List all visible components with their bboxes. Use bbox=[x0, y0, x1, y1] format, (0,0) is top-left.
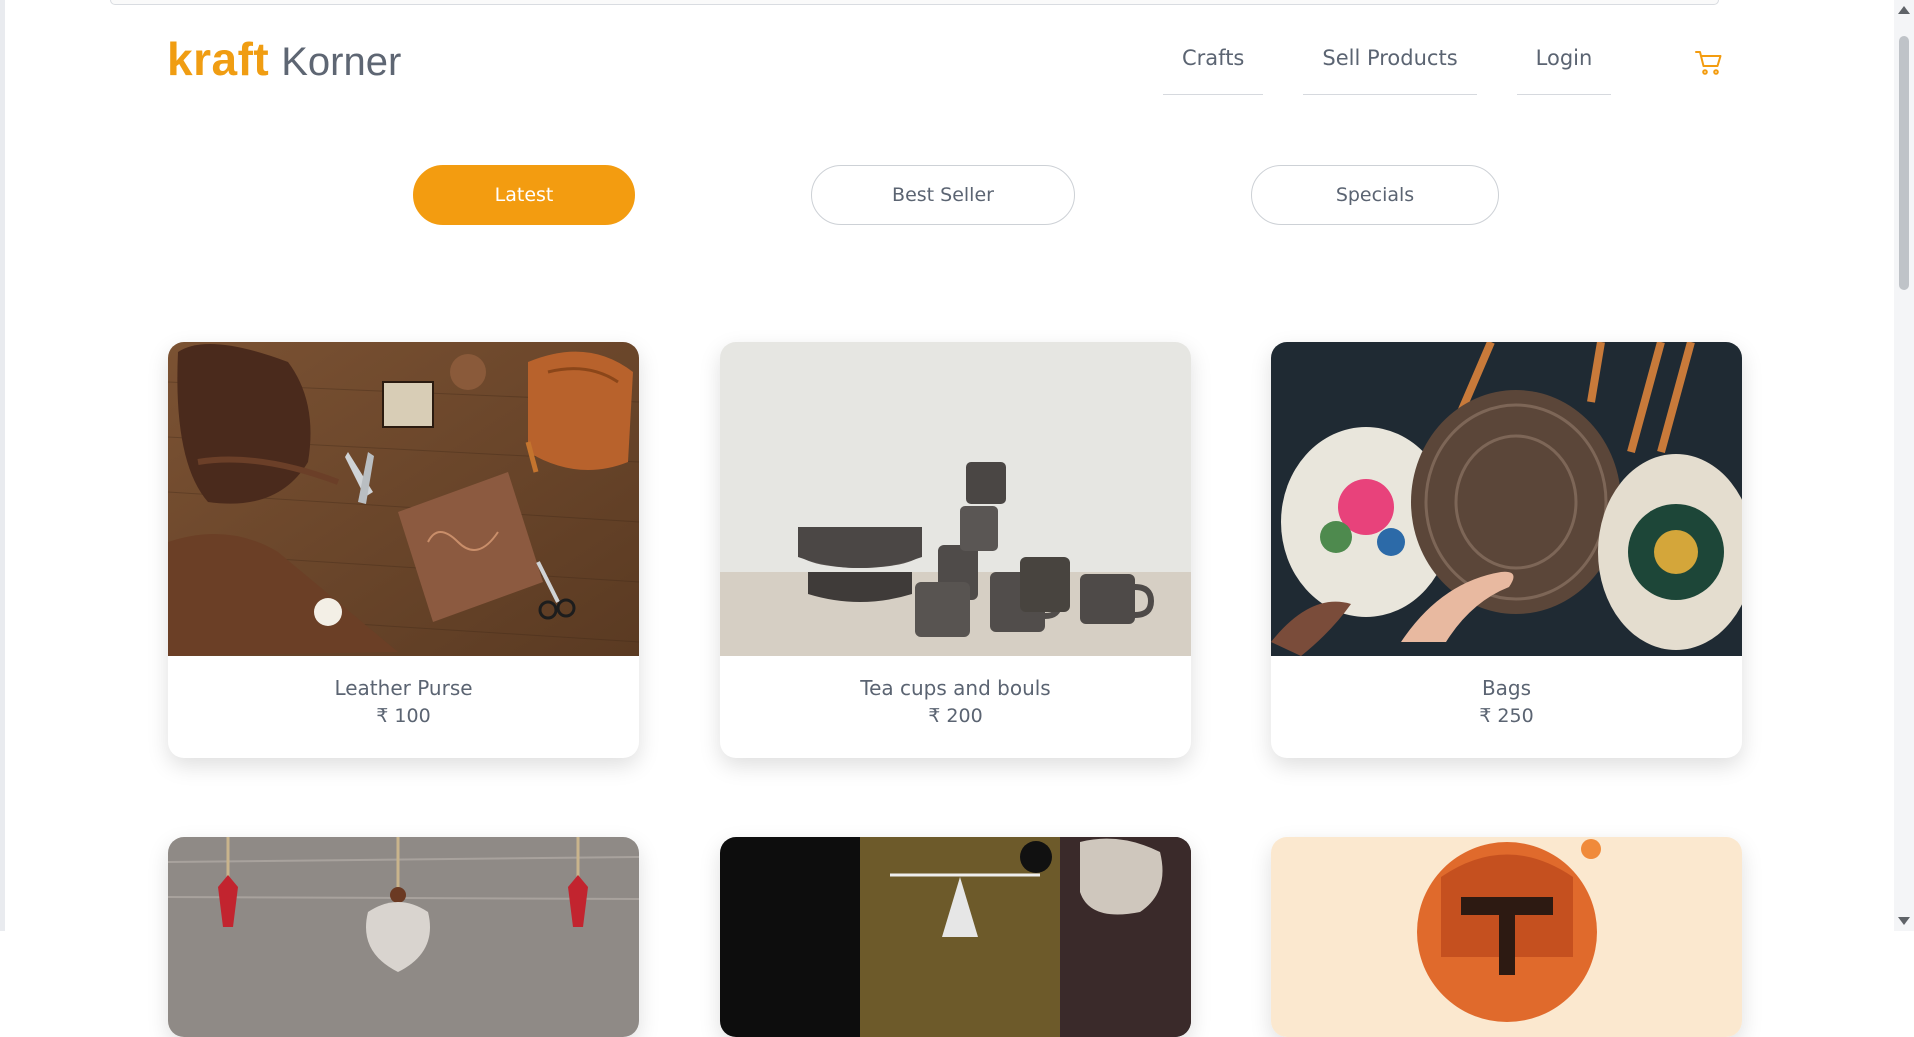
product-price: ₹ 200 bbox=[928, 705, 983, 727]
page-frame: kraft Korner Crafts Sell Products Login … bbox=[0, 0, 1914, 1037]
product-image-bags bbox=[1271, 342, 1742, 656]
vertical-scrollbar[interactable] bbox=[1894, 0, 1914, 931]
product-name: Leather Purse bbox=[334, 676, 473, 700]
tab-latest[interactable]: Latest bbox=[413, 165, 635, 225]
main-nav: Crafts Sell Products Login bbox=[1163, 38, 1612, 95]
scrollbar-thumb[interactable] bbox=[1899, 36, 1909, 290]
product-image-tea-cups bbox=[720, 342, 1191, 656]
scroll-down-arrow-icon[interactable] bbox=[1898, 917, 1910, 925]
product-image-leather-purse bbox=[168, 342, 639, 656]
product-image-ornaments bbox=[168, 837, 639, 1037]
product-image-decor bbox=[720, 837, 1191, 1037]
tab-specials[interactable]: Specials bbox=[1251, 165, 1499, 225]
product-name: Tea cups and bouls bbox=[860, 676, 1051, 700]
product-price: ₹ 250 bbox=[1479, 705, 1534, 727]
nav-item-login[interactable]: Login bbox=[1516, 38, 1612, 95]
product-card-leather-purse[interactable]: Leather Purse ₹ 100 bbox=[168, 342, 639, 758]
product-card-decor[interactable] bbox=[720, 837, 1191, 1037]
product-card-tea-cups[interactable]: Tea cups and bouls ₹ 200 bbox=[720, 342, 1191, 758]
scroll-up-arrow-icon[interactable] bbox=[1898, 6, 1910, 14]
product-card-bags[interactable]: Bags ₹ 250 bbox=[1271, 342, 1742, 758]
brand-name-bold: kraft bbox=[167, 33, 270, 85]
nav-item-sell-products[interactable]: Sell Products bbox=[1303, 38, 1477, 95]
product-card-helmet[interactable] bbox=[1271, 837, 1742, 1037]
product-image-helmet bbox=[1271, 837, 1742, 1037]
brand-logo[interactable]: kraft Korner bbox=[167, 32, 401, 86]
product-name: Bags bbox=[1481, 676, 1532, 700]
brand-name-light: Korner bbox=[281, 40, 402, 84]
cart-icon[interactable] bbox=[1694, 48, 1724, 78]
tab-best-seller[interactable]: Best Seller bbox=[811, 165, 1075, 225]
product-card-ornaments[interactable] bbox=[168, 837, 639, 1037]
product-price: ₹ 100 bbox=[376, 705, 431, 727]
nav-item-crafts[interactable]: Crafts bbox=[1163, 38, 1264, 95]
browser-top-strip bbox=[110, 0, 1719, 5]
